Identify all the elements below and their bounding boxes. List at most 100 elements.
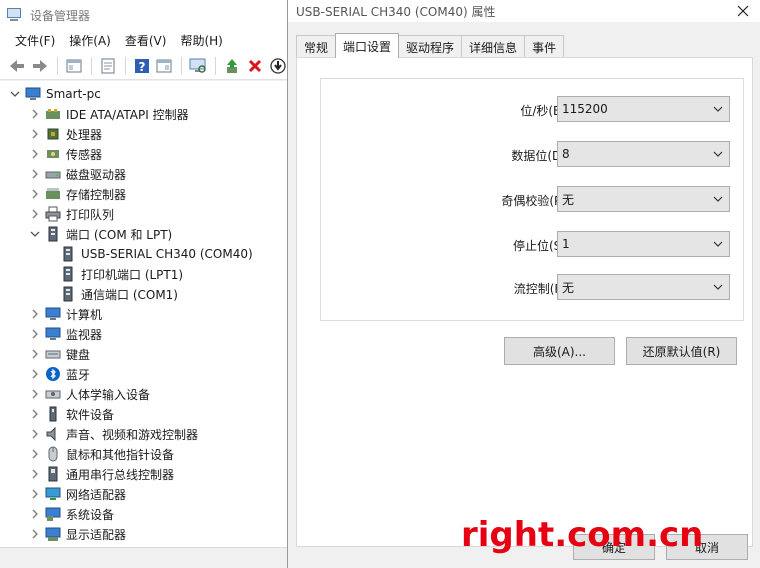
tab-events[interactable]: 事件 — [524, 35, 565, 58]
chevron-right-icon[interactable] — [29, 428, 41, 440]
restore-defaults-button[interactable]: 还原默认值(R) — [626, 337, 737, 365]
tree-item-label: IDE ATA/ATAPI 控制器 — [66, 107, 189, 122]
tree-root[interactable]: Smart-pc — [0, 84, 287, 104]
help-icon[interactable]: ? — [131, 55, 153, 77]
chevron-down-icon[interactable] — [9, 88, 21, 100]
tree-child-port[interactable]: 打印机端口 (LPT1) — [0, 264, 287, 284]
chevron-right-icon[interactable] — [29, 148, 41, 160]
computer-icon — [45, 306, 61, 322]
tab-driver[interactable]: 驱动程序 — [398, 35, 463, 58]
system-device-icon — [45, 506, 61, 522]
tree-item-printer[interactable]: 打印队列 — [0, 204, 287, 224]
device-tree: Smart-pc IDE ATA/ATAPI 控制器 处理器传感器 磁盘驱动器 存储控… — [0, 81, 288, 547]
tree-item-speaker[interactable]: 声音、视频和游戏控制器 — [0, 424, 287, 444]
tree-item-label: 声音、视频和游戏控制器 — [66, 427, 199, 442]
chevron-right-icon[interactable] — [29, 408, 41, 420]
chevron-right-icon[interactable] — [29, 488, 41, 500]
action-pane-icon[interactable] — [154, 55, 176, 77]
chevron-right-icon[interactable] — [29, 168, 41, 180]
menu-file[interactable]: 文件(F) — [8, 30, 62, 52]
chevron-down-icon — [711, 279, 725, 295]
tree-item-network-adapter[interactable]: 网络适配器 — [0, 484, 287, 504]
properties-icon[interactable] — [97, 55, 119, 77]
display-adapter-icon — [45, 526, 61, 542]
toolbar-separator — [124, 56, 126, 75]
chevron-right-icon[interactable] — [29, 508, 41, 520]
tab-port-settings[interactable]: 端口设置 — [335, 33, 400, 58]
tree-item-bluetooth[interactable]: 蓝牙 — [0, 364, 287, 384]
tree-item-port[interactable]: 端口 (COM 和 LPT) — [0, 224, 287, 244]
chevron-right-icon[interactable] — [29, 208, 41, 220]
chevron-right-icon[interactable] — [29, 108, 41, 120]
tab-general[interactable]: 常规 — [296, 35, 337, 58]
tree-item-sensor[interactable]: 传感器 — [0, 144, 287, 164]
field-row-data-bits: 数据位(D): 8 — [321, 141, 745, 169]
tree-root-label: Smart-pc — [46, 87, 101, 101]
tree-item-ide-controller[interactable]: IDE ATA/ATAPI 控制器 — [0, 104, 287, 124]
menu-help[interactable]: 帮助(H) — [173, 30, 229, 52]
tree-item-display-adapter[interactable]: 显示适配器 — [0, 524, 287, 544]
usb-icon — [45, 466, 61, 482]
chevron-right-icon[interactable] — [29, 308, 41, 320]
chevron-right-icon[interactable] — [29, 188, 41, 200]
tree-child-port[interactable]: 通信端口 (COM1) — [0, 284, 287, 304]
tree-item-label: 处理器 — [66, 127, 103, 142]
tree-item-storage-controller[interactable]: 存储控制器 — [0, 184, 287, 204]
tree-child-port[interactable]: USB-SERIAL CH340 (COM40) — [0, 244, 287, 264]
update-driver-icon[interactable] — [221, 55, 243, 77]
tree-item-keyboard[interactable]: 键盘 — [0, 344, 287, 364]
back-arrow-icon[interactable] — [6, 55, 28, 77]
chevron-right-icon[interactable] — [29, 328, 41, 340]
monitor-scan-icon[interactable] — [187, 55, 209, 77]
properties-title: USB-SERIAL CH340 (COM40) 属性 — [296, 4, 496, 19]
menu-view[interactable]: 查看(V) — [118, 30, 174, 52]
chevron-down-icon — [711, 236, 725, 252]
field-row-stop-bits: 停止位(S): 1 — [321, 231, 745, 259]
sensor-icon — [45, 146, 61, 162]
chevron-right-icon[interactable] — [29, 388, 41, 400]
advanced-button[interactable]: 高级(A)... — [504, 337, 615, 365]
toolbar-separator — [181, 56, 183, 75]
processor-icon — [45, 126, 61, 142]
tree-item-monitor[interactable]: 监视器 — [0, 324, 287, 344]
tree-item-computer[interactable]: 计算机 — [0, 304, 287, 324]
chevron-right-icon[interactable] — [29, 448, 41, 460]
tree-item-disk-drive[interactable]: 磁盘驱动器 — [0, 164, 287, 184]
tree-item-system-device[interactable]: 系统设备 — [0, 504, 287, 524]
uninstall-icon[interactable] — [244, 55, 266, 77]
chevron-right-icon[interactable] — [29, 528, 41, 540]
toolbar-separator — [215, 56, 217, 75]
show-hide-console-tree-icon[interactable] — [63, 55, 85, 77]
baud-rate-select[interactable]: 115200 — [557, 96, 730, 122]
menu-action[interactable]: 操作(A) — [62, 30, 118, 52]
tree-item-label: 通用串行总线控制器 — [66, 467, 175, 482]
tree-child-label: USB-SERIAL CH340 (COM40) — [81, 247, 253, 261]
chevron-right-icon[interactable] — [29, 348, 41, 360]
keyboard-icon — [45, 346, 61, 362]
printer-icon — [45, 206, 61, 222]
chevron-right-icon[interactable] — [29, 368, 41, 380]
toolbar-separator — [90, 56, 92, 75]
parity-select[interactable]: 无 — [557, 186, 730, 212]
tree-item-software-device[interactable]: 软件设备 — [0, 404, 287, 424]
forward-arrow-icon[interactable] — [29, 55, 51, 77]
tree-item-hid[interactable]: 人体学输入设备 — [0, 384, 287, 404]
port-settings-group: 位/秒(B): 115200 数据位(D): 8 奇偶校验(P): 无 停止位(… — [320, 78, 744, 321]
network-adapter-icon — [45, 486, 61, 502]
tree-item-mouse[interactable]: 鼠标和其他指针设备 — [0, 444, 287, 464]
field-row-baud: 位/秒(B): 115200 — [321, 96, 745, 124]
stop-bits-select[interactable]: 1 — [557, 231, 730, 257]
flow-control-select[interactable]: 无 — [557, 274, 730, 300]
data-bits-select[interactable]: 8 — [557, 141, 730, 167]
port-icon — [60, 246, 76, 262]
tree-item-processor[interactable]: 处理器 — [0, 124, 287, 144]
chevron-right-icon[interactable] — [29, 468, 41, 480]
download-icon[interactable] — [267, 55, 289, 77]
close-button[interactable] — [726, 0, 760, 22]
tree-item-usb[interactable]: 通用串行总线控制器 — [0, 464, 287, 484]
chevron-down-icon[interactable] — [29, 228, 41, 240]
chevron-right-icon[interactable] — [29, 128, 41, 140]
tab-details[interactable]: 详细信息 — [461, 35, 526, 58]
tree-item-label: 打印队列 — [66, 207, 115, 222]
computer-root-icon — [25, 86, 41, 102]
